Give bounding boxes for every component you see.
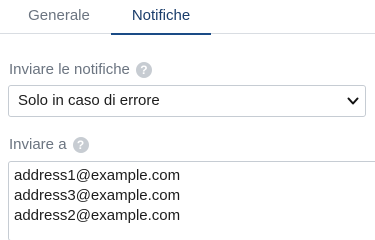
notify-select[interactable]: Solo in caso di errore <box>8 85 366 117</box>
address-line: address2@example.com <box>14 207 181 224</box>
notify-label-row: Inviare le notifiche ? <box>9 61 152 78</box>
help-icon[interactable]: ? <box>72 136 89 153</box>
send-to-label: Inviare a <box>9 136 67 153</box>
tab-generale[interactable]: Generale <box>10 0 108 34</box>
help-icon[interactable]: ? <box>135 61 152 78</box>
notify-label: Inviare le notifiche <box>9 61 130 78</box>
notify-select-value: Solo in caso di errore <box>18 92 160 109</box>
address-line: address3@example.com <box>14 187 181 204</box>
send-to-label-row: Inviare a ? <box>9 136 89 153</box>
notification-settings-panel: Generale Notifiche Inviare le notifiche … <box>0 0 375 240</box>
address-line: address1@example.com <box>14 167 181 184</box>
tab-notifiche[interactable]: Notifiche <box>111 0 211 35</box>
recipients-textarea[interactable]: address1@example.com address3@example.co… <box>8 161 375 240</box>
chevron-down-icon <box>347 97 359 105</box>
tab-bar: Generale Notifiche <box>0 0 375 35</box>
